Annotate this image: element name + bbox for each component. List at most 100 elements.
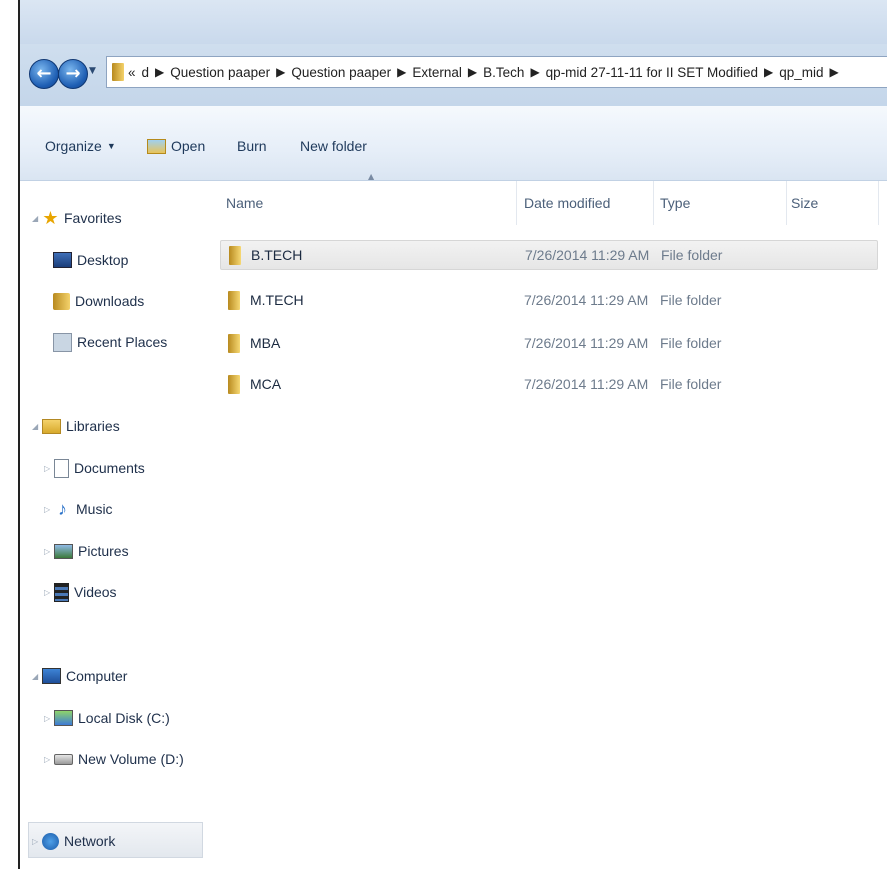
arrow-right-icon: → — [65, 63, 81, 84]
nav-documents[interactable]: ▷ Documents — [44, 457, 145, 479]
nav-label: Videos — [74, 584, 117, 600]
nav-label: Favorites — [64, 210, 122, 226]
nav-downloads[interactable]: Downloads — [53, 290, 144, 312]
computer-icon — [42, 668, 61, 684]
nav-recent-places[interactable]: Recent Places — [53, 331, 167, 353]
folder-icon — [112, 63, 124, 81]
file-row[interactable]: B.TECH 7/26/2014 11:29 AM File folder — [220, 240, 878, 270]
new-folder-button[interactable]: New folder — [300, 136, 367, 156]
file-row[interactable]: MCA 7/26/2014 11:29 AM File folder — [220, 370, 878, 400]
column-header-date-modified[interactable]: Date modified — [524, 195, 610, 215]
new-folder-label: New folder — [300, 138, 367, 154]
nav-music[interactable]: ▷ ♪ Music — [44, 498, 113, 520]
file-type: File folder — [660, 292, 722, 308]
breadcrumb-item[interactable]: Question paaper — [291, 65, 391, 80]
window-frame-left — [0, 0, 20, 869]
folder-icon — [229, 246, 241, 265]
breadcrumb-item[interactable]: B.Tech — [483, 65, 524, 80]
nav-label: Network — [64, 833, 116, 849]
breadcrumb-item[interactable]: Question paaper — [170, 65, 270, 80]
arrow-left-icon: ← — [36, 63, 52, 84]
nav-label: Recent Places — [77, 334, 168, 350]
chevron-down-icon: ▼ — [106, 141, 116, 151]
nav-desktop[interactable]: Desktop — [53, 249, 128, 271]
nav-videos[interactable]: ▷ Videos — [44, 581, 117, 603]
breadcrumb-item[interactable]: External — [412, 65, 462, 80]
breadcrumb-item[interactable]: qp-mid 27-11-11 for II SET Modified — [546, 65, 758, 80]
organize-button[interactable]: Organize ▼ — [45, 136, 116, 156]
expand-arrow-icon[interactable]: ◢ — [32, 672, 42, 681]
local-disk-icon — [54, 710, 73, 726]
nav-label: Local Disk (C:) — [78, 710, 170, 726]
column-header-name[interactable]: Name — [226, 195, 263, 215]
breadcrumb-item[interactable]: d — [142, 65, 150, 80]
nav-libraries[interactable]: ◢ Libraries — [32, 415, 120, 437]
chevron-right-icon[interactable]: ▶ — [764, 65, 773, 79]
network-icon — [42, 832, 59, 850]
libraries-icon — [42, 418, 61, 434]
column-header-size[interactable]: Size — [791, 195, 818, 215]
collapsed-arrow-icon[interactable]: ▷ — [44, 547, 54, 556]
chevron-right-icon[interactable]: ▶ — [155, 65, 164, 79]
file-date: 7/26/2014 11:29 AM — [524, 376, 649, 392]
file-date: 7/26/2014 11:29 AM — [524, 335, 649, 351]
chevron-right-icon[interactable]: ▶ — [468, 65, 477, 79]
chevron-right-icon[interactable]: ▶ — [830, 65, 839, 79]
recent-places-icon — [53, 332, 72, 352]
document-icon — [54, 458, 69, 478]
column-header-type[interactable]: Type — [660, 195, 690, 215]
organize-label: Organize — [45, 138, 102, 154]
nav-pictures[interactable]: ▷ Pictures — [44, 540, 129, 562]
breadcrumb-overflow[interactable]: « — [128, 65, 136, 80]
file-name: MBA — [250, 335, 281, 351]
column-divider[interactable] — [516, 181, 517, 225]
chevron-right-icon[interactable]: ▶ — [276, 65, 285, 79]
column-divider[interactable] — [653, 181, 654, 225]
burn-button[interactable]: Burn — [237, 136, 267, 156]
file-type: File folder — [660, 376, 722, 392]
collapsed-arrow-icon[interactable]: ▷ — [44, 588, 54, 597]
file-row[interactable]: MBA 7/26/2014 11:29 AM File folder — [220, 329, 878, 359]
forward-button[interactable]: → — [58, 59, 88, 89]
file-type: File folder — [660, 335, 722, 351]
expand-arrow-icon[interactable]: ◢ — [32, 214, 42, 223]
address-field[interactable]: « d ▶ Question paaper ▶ Question paaper … — [106, 56, 887, 88]
nav-new-volume[interactable]: ▷ New Volume (D:) — [44, 748, 184, 770]
drive-icon — [54, 753, 73, 765]
chevron-right-icon[interactable]: ▶ — [530, 65, 539, 79]
collapsed-arrow-icon[interactable]: ▷ — [44, 505, 54, 514]
recent-pages-dropdown[interactable]: ▼ — [89, 66, 96, 76]
nav-computer[interactable]: ◢ Computer — [32, 665, 127, 687]
collapsed-arrow-icon[interactable]: ▷ — [32, 837, 42, 846]
nav-local-disk[interactable]: ▷ Local Disk (C:) — [44, 707, 170, 729]
nav-label: Libraries — [66, 418, 120, 434]
file-row[interactable]: M.TECH 7/26/2014 11:29 AM File folder — [220, 286, 878, 316]
file-date: 7/26/2014 11:29 AM — [525, 247, 650, 263]
collapsed-arrow-icon[interactable]: ▷ — [44, 755, 54, 764]
expand-arrow-icon[interactable]: ◢ — [32, 422, 42, 431]
burn-label: Burn — [237, 138, 267, 154]
film-icon — [54, 582, 69, 602]
open-button[interactable]: Open — [147, 136, 205, 156]
folder-icon — [228, 375, 240, 394]
file-name: MCA — [250, 376, 282, 392]
nav-label: Downloads — [75, 293, 145, 309]
column-divider[interactable] — [786, 181, 787, 225]
collapsed-arrow-icon[interactable]: ▷ — [44, 714, 54, 723]
nav-label: Computer — [66, 668, 128, 684]
desktop-icon — [53, 252, 72, 268]
explorer-window: ← → ▼ « d ▶ Question paaper ▶ Question p… — [20, 0, 887, 869]
breadcrumb-item[interactable]: qp_mid — [779, 65, 823, 80]
back-button[interactable]: ← — [29, 59, 59, 89]
column-divider[interactable] — [878, 181, 879, 225]
file-name: B.TECH — [251, 247, 303, 263]
nav-label: Documents — [74, 460, 145, 476]
nav-favorites[interactable]: ◢ ★ Favorites — [32, 207, 122, 229]
nav-label: Pictures — [78, 543, 129, 559]
title-bar — [20, 0, 887, 44]
collapsed-arrow-icon[interactable]: ▷ — [44, 464, 54, 473]
nav-label: Desktop — [77, 252, 129, 268]
chevron-right-icon[interactable]: ▶ — [397, 65, 406, 79]
open-label: Open — [171, 138, 206, 154]
nav-network[interactable]: ▷ Network — [32, 830, 115, 852]
